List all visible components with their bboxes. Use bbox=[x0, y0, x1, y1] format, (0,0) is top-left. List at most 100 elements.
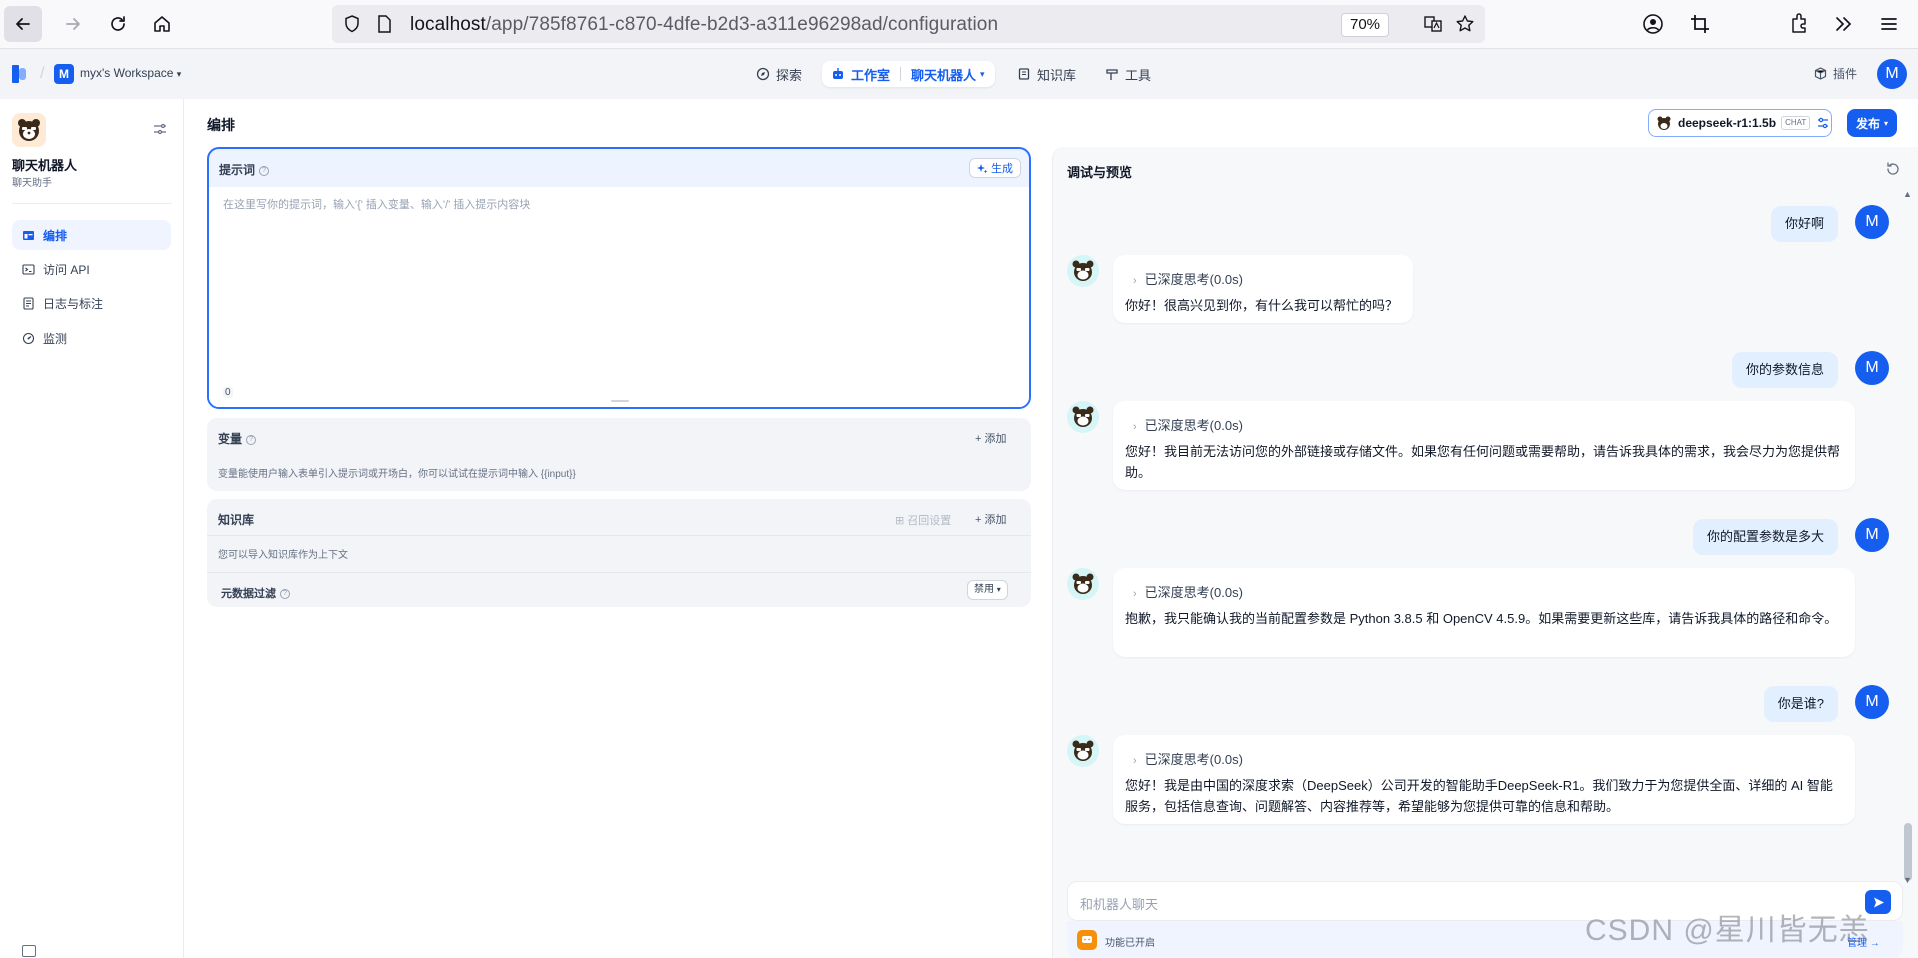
scroll-up-icon[interactable]: ▲ bbox=[1903, 189, 1912, 199]
prompt-char-count: 0 bbox=[223, 387, 233, 398]
menu-icon[interactable] bbox=[1876, 11, 1902, 37]
knowledge-description: 您可以导入知识库作为上下文 bbox=[218, 550, 348, 561]
dashboard-icon bbox=[22, 332, 35, 344]
home-button[interactable] bbox=[143, 6, 181, 42]
terminal-icon bbox=[22, 263, 35, 275]
translate-icon[interactable] bbox=[1423, 14, 1443, 34]
bear-face-icon bbox=[1072, 406, 1094, 427]
bot-message-card: › 已深度思考(0.0s) 您好！我目前无法访问您的外部链接或存储文件。如果您有任… bbox=[1113, 401, 1855, 490]
chevron-down-icon: ▾ bbox=[176, 69, 182, 79]
app-header: / M myx's Workspace ▾ 探索 工作室 聊天机器人 ▾ 知识库… bbox=[0, 49, 1918, 99]
add-label: 添加 bbox=[984, 433, 1007, 445]
dify-logo-icon[interactable] bbox=[12, 65, 28, 83]
nav-knowledge[interactable]: 知识库 bbox=[1017, 61, 1076, 87]
sidebar-item-orchestrate[interactable]: 编排 bbox=[12, 220, 171, 250]
feature-icon bbox=[1077, 930, 1097, 950]
bot-message-card: › 已深度思考(0.0s) 你好！很高兴见到你，有什么我可以帮忙的吗？ bbox=[1113, 255, 1413, 323]
bot-avatar bbox=[1067, 568, 1099, 600]
bookmark-star-icon[interactable] bbox=[1455, 14, 1475, 34]
account-icon[interactable] bbox=[1640, 11, 1666, 37]
sidebar-item-logs[interactable]: 日志与标注 bbox=[12, 288, 171, 318]
layout-icon bbox=[23, 230, 34, 240]
scroll-down-icon[interactable]: ▼ bbox=[1903, 875, 1912, 885]
reload-button[interactable] bbox=[99, 6, 137, 42]
sidebar-item-label: 日志与标注 bbox=[43, 296, 104, 311]
bot-message-text: 您好！我目前无法访问您的外部链接或存储文件。如果您有任何问题或需要帮助，请告诉我… bbox=[1125, 444, 1841, 480]
extensions-icon[interactable] bbox=[1786, 11, 1812, 37]
user-avatar[interactable]: M bbox=[1877, 59, 1907, 89]
recall-settings-button[interactable]: ⊞ 召回设置 bbox=[895, 512, 951, 528]
bot-avatar bbox=[1067, 735, 1099, 767]
box-icon bbox=[1814, 67, 1827, 80]
nav-tools-label: 工具 bbox=[1125, 67, 1152, 83]
chevron-right-icon: › bbox=[1133, 421, 1137, 433]
nav-divider bbox=[900, 67, 902, 81]
add-knowledge-button[interactable]: + 添加 bbox=[975, 511, 1006, 527]
add-label: 添加 bbox=[984, 514, 1007, 526]
thinking-toggle[interactable]: › 已深度思考(0.0s) bbox=[1133, 749, 1243, 768]
nav-explore[interactable]: 探索 bbox=[756, 61, 802, 87]
chat-scrollbar[interactable] bbox=[1901, 187, 1915, 887]
metadata-filter-select[interactable]: 禁用 ▾ bbox=[967, 580, 1008, 600]
screenshot-crop-icon[interactable] bbox=[1687, 11, 1713, 37]
user-message: 你是谁? bbox=[1763, 686, 1838, 722]
nav-tools[interactable]: 工具 bbox=[1105, 61, 1151, 87]
bear-model-icon bbox=[1657, 116, 1671, 130]
thinking-toggle[interactable]: › 已深度思考(0.0s) bbox=[1133, 415, 1243, 434]
breadcrumb-separator: / bbox=[40, 65, 45, 82]
hammer-icon bbox=[1106, 69, 1118, 80]
help-icon[interactable]: ? bbox=[246, 434, 257, 445]
forward-button[interactable] bbox=[54, 6, 92, 42]
help-icon[interactable]: ? bbox=[259, 165, 270, 176]
knowledge-title: 知识库 bbox=[218, 513, 255, 527]
help-icon[interactable]: ? bbox=[280, 589, 290, 600]
bear-face-icon bbox=[1072, 260, 1094, 281]
publish-button[interactable]: 发布 ▾ bbox=[1847, 109, 1897, 137]
browser-toolbar: localhost/app/785f8761-c870-4dfe-b2d3-a3… bbox=[0, 0, 1918, 49]
user-avatar: M bbox=[1855, 205, 1889, 239]
sidebar-item-api[interactable]: 访问 API bbox=[12, 254, 171, 284]
nav-studio[interactable]: 工作室 聊天机器人 ▾ bbox=[822, 61, 995, 87]
resize-handle[interactable] bbox=[611, 400, 629, 402]
workspace-selector[interactable]: myx's Workspace ▾ bbox=[80, 66, 181, 80]
send-icon bbox=[1873, 897, 1884, 907]
variables-title: 变量? bbox=[218, 430, 257, 447]
scrollbar-thumb[interactable] bbox=[1904, 823, 1912, 881]
thinking-toggle[interactable]: › 已深度思考(0.0s) bbox=[1133, 269, 1243, 288]
plugins-link[interactable]: 插件 bbox=[1814, 65, 1857, 82]
chevron-right-icon: › bbox=[1133, 275, 1137, 287]
url-text: localhost/app/785f8761-c870-4dfe-b2d3-a3… bbox=[410, 14, 998, 36]
bot-message-text: 抱歉，我只能确认我的当前配置参数是 Python 3.8.5 和 OpenCV … bbox=[1125, 611, 1838, 626]
workspace-avatar[interactable]: M bbox=[54, 64, 74, 84]
arrow-right-icon bbox=[66, 18, 80, 30]
user-avatar: M bbox=[1855, 351, 1889, 385]
workspace-name: myx's Workspace bbox=[80, 66, 174, 80]
zoom-level[interactable]: 70% bbox=[1341, 13, 1389, 37]
nav-app-label[interactable]: 聊天机器人 bbox=[911, 65, 976, 84]
generate-button[interactable]: 生成 bbox=[969, 158, 1021, 178]
sidebar-item-monitor[interactable]: 监测 bbox=[12, 323, 171, 353]
overflow-chevrons-icon[interactable] bbox=[1830, 11, 1856, 37]
divider bbox=[207, 535, 1031, 536]
sidebar-settings-icon[interactable] bbox=[152, 121, 168, 137]
plugins-label: 插件 bbox=[1833, 67, 1858, 81]
user-avatar: M bbox=[1855, 685, 1889, 719]
back-button[interactable] bbox=[4, 6, 42, 42]
debug-title: 调试与预览 bbox=[1067, 165, 1133, 180]
page-info-icon[interactable] bbox=[374, 14, 394, 34]
add-variable-button[interactable]: + 添加 bbox=[975, 430, 1006, 446]
bot-message-card: › 已深度思考(0.0s) 抱歉，我只能确认我的当前配置参数是 Python 3.… bbox=[1113, 568, 1855, 657]
model-settings-icon[interactable] bbox=[1816, 116, 1830, 130]
restart-icon[interactable] bbox=[1885, 161, 1901, 177]
address-bar[interactable]: localhost/app/785f8761-c870-4dfe-b2d3-a3… bbox=[332, 5, 1485, 43]
shield-icon[interactable] bbox=[342, 14, 362, 34]
watermark-text: CSDN @星川皆无恙 bbox=[1585, 914, 1870, 947]
thinking-toggle[interactable]: › 已深度思考(0.0s) bbox=[1133, 582, 1243, 601]
arrow-left-icon bbox=[16, 18, 30, 30]
bot-avatar bbox=[1067, 255, 1099, 287]
model-selector[interactable]: deepseek-r1:1.5b CHAT bbox=[1648, 109, 1832, 137]
prompt-textarea[interactable]: 在这里写你的提示词，输入'{' 插入变量、输入'/' 插入提示内容块 0 bbox=[209, 187, 1029, 407]
thinking-label: 已深度思考(0.0s) bbox=[1144, 272, 1243, 287]
collapse-sidebar-icon[interactable] bbox=[22, 945, 36, 957]
feature-status-text: 功能已开启 bbox=[1105, 938, 1155, 949]
